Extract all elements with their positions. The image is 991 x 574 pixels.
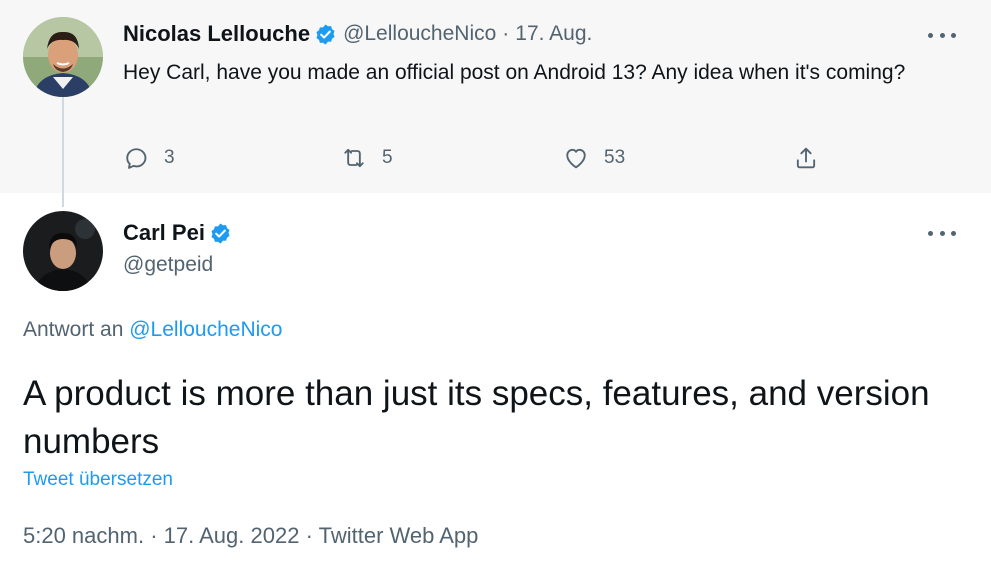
retweet-count: 5 — [382, 147, 393, 168]
verified-badge-icon — [314, 23, 337, 46]
reply-icon — [126, 148, 147, 169]
parent-tweet-header: Nicolas Lellouche @LelloucheNico · 17. A… — [123, 20, 592, 48]
separator-dot: · — [502, 22, 510, 45]
reply-tweet-text: A product is more than just its specs, f… — [23, 374, 930, 461]
thread-connector-line — [62, 95, 64, 207]
author-name[interactable]: Nicolas Lellouche — [123, 21, 310, 47]
translate-tweet-link[interactable]: Tweet übersetzen — [23, 469, 173, 491]
tweet-actions-bar: 3 5 53 — [122, 142, 842, 174]
tweet-full-date[interactable]: 17. Aug. 2022 — [164, 523, 300, 548]
tweet-source: Twitter Web App — [318, 523, 479, 548]
share-button[interactable] — [792, 142, 820, 174]
heart-icon — [566, 148, 586, 169]
separator-dot: · — [305, 523, 313, 548]
reply-author-name[interactable]: Carl Pei — [123, 220, 205, 246]
tweet-meta: 5:20 nachm. · 17. Aug. 2022 · Twitter We… — [23, 523, 478, 549]
like-count: 53 — [604, 147, 626, 168]
retweet-button[interactable]: 5 — [340, 142, 393, 174]
replying-to-prefix: Antwort an — [23, 318, 124, 341]
verified-badge-icon — [209, 222, 232, 245]
replying-to: Antwort an @LelloucheNico — [23, 318, 282, 342]
reply-count: 3 — [164, 147, 175, 168]
like-button[interactable]: 53 — [562, 142, 625, 174]
reply-author-handle[interactable]: @getpeid — [123, 253, 213, 277]
parent-tweet-text: Hey Carl, have you made an official post… — [123, 61, 906, 84]
retweet-icon — [344, 148, 364, 168]
tweet-time[interactable]: 5:20 nachm. — [23, 523, 144, 548]
reply-author-header: Carl Pei — [123, 219, 238, 247]
tweet-date[interactable]: 17. Aug. — [515, 22, 592, 46]
avatar-carl-pei[interactable] — [23, 211, 103, 291]
author-handle[interactable]: @LelloucheNico — [343, 22, 496, 46]
avatar-nicolas-lellouche[interactable] — [23, 17, 103, 97]
separator-dot: · — [150, 523, 158, 548]
more-options-icon[interactable] — [928, 228, 956, 238]
reply-button[interactable]: 3 — [122, 142, 175, 174]
more-options-icon[interactable] — [928, 30, 956, 40]
replying-to-handle-link[interactable]: @LelloucheNico — [129, 318, 282, 341]
share-icon — [796, 147, 816, 169]
